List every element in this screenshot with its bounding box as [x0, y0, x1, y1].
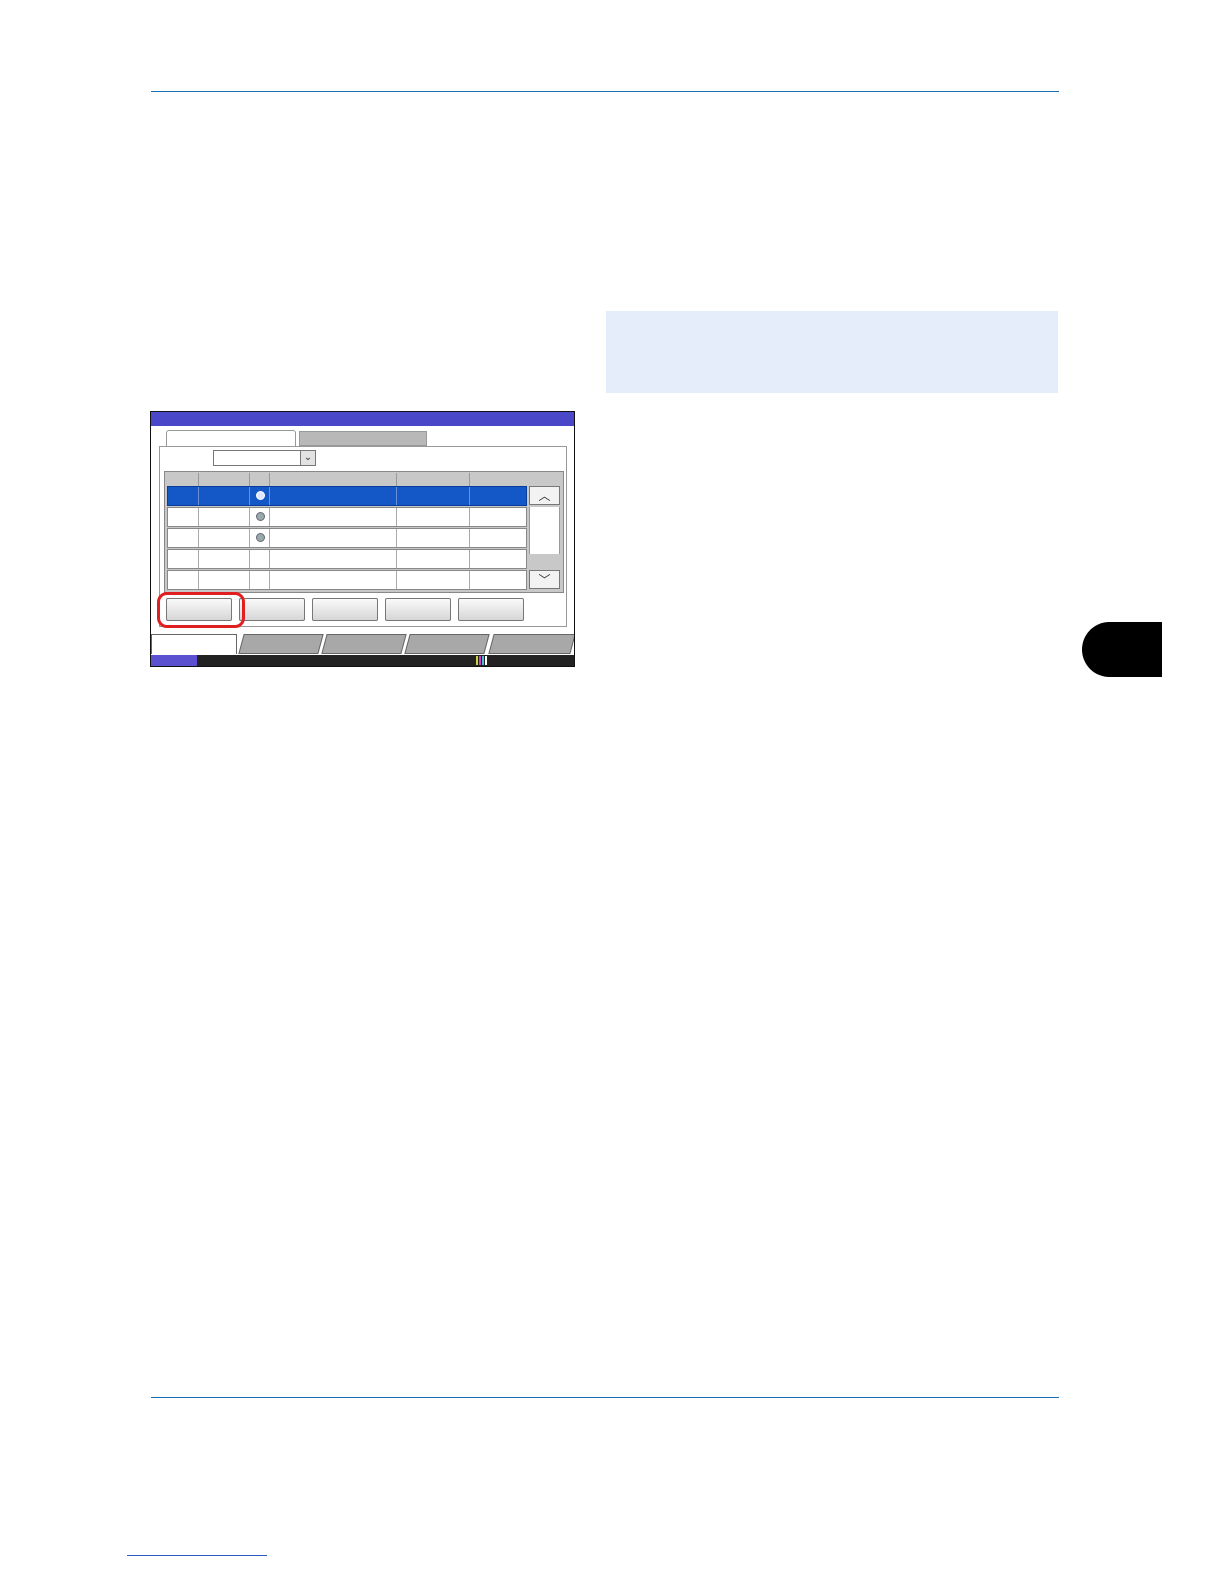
- table-row[interactable]: [167, 486, 527, 506]
- table-cell: [199, 508, 250, 526]
- status-accent: [151, 655, 197, 666]
- table-row[interactable]: [167, 528, 527, 548]
- table-cell: [168, 550, 199, 568]
- filter-dropdown[interactable]: ⌄: [213, 450, 316, 466]
- table-cell: [168, 571, 199, 589]
- highlight-circle: [157, 592, 245, 628]
- table-cell: [168, 508, 199, 526]
- bottom-tab-2[interactable]: [238, 634, 324, 654]
- chevron-down-icon[interactable]: ﹀: [529, 570, 560, 589]
- footer-rule: [151, 1397, 1059, 1398]
- double-chevron-down-icon[interactable]: ⌄: [300, 451, 315, 465]
- table-cell: [470, 487, 526, 505]
- bottom-tab-bar: [151, 634, 574, 654]
- header-col: [397, 473, 470, 486]
- table-cell: [199, 571, 250, 589]
- table-row[interactable]: [167, 549, 527, 569]
- table-cell: [397, 508, 470, 526]
- table-cell: [270, 571, 397, 589]
- table-cell: [199, 487, 250, 505]
- action-button-4[interactable]: [385, 598, 451, 621]
- table-rows: [167, 486, 527, 591]
- table-cell: [470, 508, 526, 526]
- screen-titlebar: [151, 412, 574, 426]
- table-cell: [270, 508, 397, 526]
- chevron-up-icon[interactable]: ︿: [529, 486, 560, 505]
- table-row[interactable]: [167, 507, 527, 527]
- table-row[interactable]: [167, 570, 527, 590]
- header-col: [168, 473, 199, 486]
- header-col: [250, 473, 270, 486]
- table-cell: [397, 571, 470, 589]
- table-cell: [470, 571, 526, 589]
- bottom-tab-5[interactable]: [488, 634, 574, 654]
- bottom-tab-4[interactable]: [404, 634, 490, 654]
- table-cell: [397, 550, 470, 568]
- job-status-icon: [256, 533, 265, 542]
- table-header: [168, 473, 526, 486]
- job-table: ︿ ﹀: [164, 471, 564, 593]
- table-cell: [168, 487, 199, 505]
- table-cell: [199, 529, 250, 547]
- table-cell: [250, 508, 270, 526]
- table-cell: [250, 550, 270, 568]
- tab-secondary[interactable]: [299, 431, 427, 446]
- table-cell: [250, 571, 270, 589]
- job-status-icon: [256, 491, 265, 500]
- table-cell: [397, 529, 470, 547]
- header-col: [470, 473, 526, 486]
- action-button-5[interactable]: [458, 598, 524, 621]
- action-button-3[interactable]: [312, 598, 378, 621]
- status-bar: [151, 655, 574, 666]
- header-col: [270, 473, 397, 486]
- table-cell: [250, 487, 270, 505]
- table-cell: [470, 550, 526, 568]
- action-button-2[interactable]: [239, 598, 305, 621]
- table-cell: [199, 550, 250, 568]
- footer-link-underline: [127, 1555, 267, 1556]
- bottom-tab-1[interactable]: [151, 634, 237, 654]
- table-cell: [270, 529, 397, 547]
- table-cell: [470, 529, 526, 547]
- table-cell: [270, 487, 397, 505]
- note-box: [606, 311, 1058, 393]
- scroll-track[interactable]: [529, 507, 560, 554]
- table-cell: [397, 487, 470, 505]
- chapter-tab: [1082, 622, 1162, 677]
- table-cell: [270, 550, 397, 568]
- tab-job-list[interactable]: [166, 430, 296, 447]
- toner-level-icon: [476, 656, 490, 665]
- header-rule: [151, 91, 1059, 92]
- bottom-tab-3[interactable]: [321, 634, 407, 654]
- table-cell: [250, 529, 270, 547]
- operation-panel-screen: ⌄ ︿ ﹀: [150, 411, 575, 667]
- header-col: [199, 473, 250, 486]
- table-cell: [168, 529, 199, 547]
- job-status-icon: [256, 512, 265, 521]
